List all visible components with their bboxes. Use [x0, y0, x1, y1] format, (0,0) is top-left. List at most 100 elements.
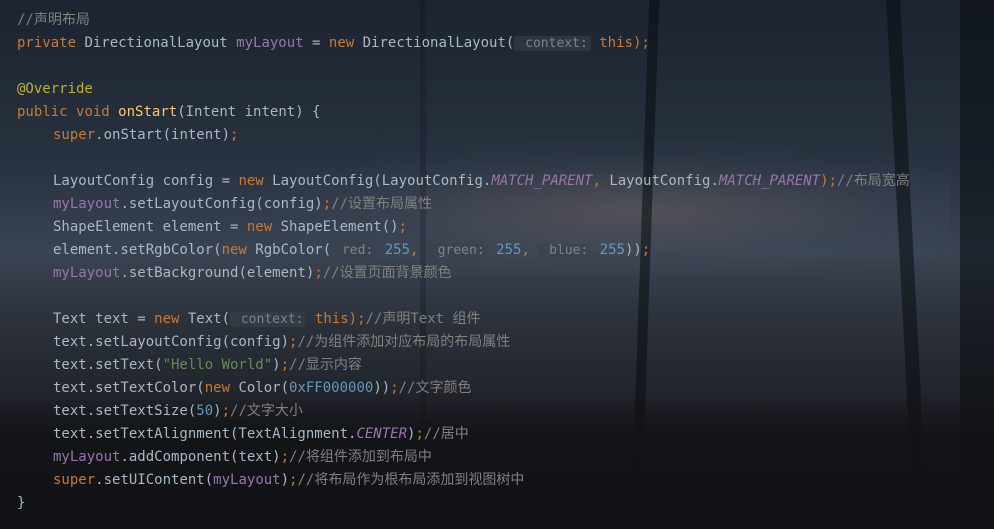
code-line[interactable] — [17, 285, 910, 308]
parameter-hint: green: — [426, 243, 488, 258]
code-token: 50 — [196, 403, 214, 419]
code-token: onStart — [118, 104, 178, 120]
code-token: new — [246, 219, 281, 235]
code-token: new — [204, 380, 239, 396]
code-line[interactable]: } — [17, 492, 910, 515]
code-line[interactable]: public void onStart(Intent intent) { — [17, 101, 910, 124]
code-token: //声明Text 组件 — [365, 311, 481, 327]
parameter-hint: context: — [230, 312, 307, 327]
code-editor[interactable]: //声明布局 private DirectionalLayout myLayout… — [17, 9, 910, 515]
code-token: myLayout — [53, 196, 121, 212]
code-token: )) — [624, 242, 642, 258]
code-line[interactable]: text.setTextColor(new Color(0xFF000000))… — [17, 377, 910, 400]
code-token: void — [76, 104, 119, 120]
code-token: myLayout — [236, 35, 304, 51]
code-token: new — [328, 35, 363, 51]
code-token: RgbColor( — [255, 242, 332, 258]
code-token: LayoutConfig(LayoutConfig. — [272, 173, 492, 189]
code-line[interactable]: text.setText("Hello World");//显示内容 — [17, 354, 910, 377]
parameter-hint: context: — [514, 36, 591, 51]
parameter-hint: red: — [331, 243, 377, 258]
code-token: (Intent intent) { — [177, 104, 321, 120]
code-token: 255 — [591, 242, 625, 258]
code-token: //文字颜色 — [398, 380, 472, 396]
code-token: public — [17, 104, 77, 120]
code-token: Text text = — [53, 311, 155, 327]
code-token: ; — [314, 265, 323, 281]
code-line[interactable]: //声明布局 — [17, 9, 910, 32]
code-token: text.setText( — [53, 357, 163, 373]
code-token: ; — [641, 242, 651, 258]
code-token: //显示内容 — [289, 357, 362, 373]
code-token: Color( — [238, 380, 290, 396]
code-token: .setUIContent( — [95, 472, 214, 488]
code-token: CENTER — [356, 426, 408, 442]
code-token: //居中 — [423, 426, 469, 442]
code-token: text.setTextSize( — [53, 403, 197, 419]
code-line[interactable]: ShapeElement element = new ShapeElement(… — [17, 216, 910, 239]
code-line[interactable]: private DirectionalLayout myLayout = new… — [17, 32, 910, 55]
code-token: ); — [820, 173, 837, 189]
code-line[interactable]: LayoutConfig config = new LayoutConfig(L… — [17, 170, 910, 193]
code-token: //声明布局 — [17, 12, 90, 28]
code-token: ) — [272, 357, 281, 373]
code-token: ; — [280, 357, 290, 373]
code-token: , — [410, 242, 427, 258]
code-token: //设置页面背景颜色 — [322, 265, 452, 281]
code-token: DirectionalLayout( — [362, 35, 515, 51]
code-token: //文字大小 — [230, 403, 303, 419]
code-line[interactable]: element.setRgbColor(new RgbColor( red: 2… — [17, 239, 910, 262]
parameter-hint: blue: — [538, 243, 592, 258]
code-token: .setLayoutConfig(config) — [120, 196, 323, 212]
code-token: ; — [230, 127, 239, 143]
code-token: ; — [398, 219, 408, 235]
code-line[interactable]: text.setTextSize(50);//文字大小 — [17, 400, 910, 423]
code-line[interactable]: Text text = new Text( context: this);//声… — [17, 308, 910, 331]
code-token: ; — [221, 403, 231, 419]
code-token: ShapeElement() — [280, 219, 399, 235]
code-token: = — [303, 35, 329, 51]
code-line[interactable] — [17, 147, 910, 170]
code-line[interactable]: super.setUIContent(myLayout);//将布局作为根布局添… — [17, 469, 910, 492]
code-token: LayoutConfig config = — [53, 173, 239, 189]
code-token: ShapeElement element = — [53, 219, 247, 235]
code-token: text.setTextColor( — [53, 380, 205, 396]
code-token: //将布局作为根布局添加到视图树中 — [297, 472, 525, 488]
code-token: //为组件添加对应布局的布局属性 — [297, 334, 511, 350]
code-token: .onStart(intent) — [95, 127, 231, 143]
code-token: LayoutConfig. — [609, 173, 719, 189]
code-token: new — [221, 242, 256, 258]
code-line[interactable]: super.onStart(intent); — [17, 124, 910, 147]
code-token: .setBackground(element) — [120, 265, 315, 281]
code-token: } — [17, 495, 26, 511]
code-token: , — [521, 242, 539, 258]
code-token: ) — [213, 403, 222, 419]
code-token: ); — [632, 35, 650, 51]
code-token: MATCH_PARENT — [491, 173, 593, 189]
code-token: new — [238, 173, 273, 189]
code-token: super — [53, 472, 96, 488]
code-token: )) — [373, 380, 391, 396]
code-token: this — [306, 311, 349, 327]
code-token: , — [592, 173, 610, 189]
code-token: 255 — [487, 242, 522, 258]
code-token: ); — [348, 311, 366, 327]
code-line[interactable]: text.setTextAlignment(TextAlignment.CENT… — [17, 423, 910, 446]
code-token: private — [17, 35, 85, 51]
code-token: super — [53, 127, 96, 143]
code-token: //将组件添加到布局中 — [289, 449, 432, 465]
code-line[interactable]: myLayout.addComponent(text);//将组件添加到布局中 — [17, 446, 910, 469]
code-token: ) — [280, 472, 290, 488]
code-token: MATCH_PARENT — [718, 173, 821, 189]
code-token: this — [590, 35, 633, 51]
code-token: ; — [390, 380, 399, 396]
code-token: ; — [322, 196, 332, 212]
code-token: //设置布局属性 — [331, 196, 433, 212]
code-line[interactable]: myLayout.setBackground(element);//设置页面背景… — [17, 262, 910, 285]
code-token: 0xFF000000 — [289, 380, 374, 396]
code-line[interactable] — [17, 55, 910, 78]
code-line[interactable]: @Override — [17, 78, 910, 101]
code-token: @Override — [17, 81, 93, 97]
code-line[interactable]: myLayout.setLayoutConfig(config);//设置布局属… — [17, 193, 910, 216]
code-line[interactable]: text.setLayoutConfig(config);//为组件添加对应布局… — [17, 331, 910, 354]
